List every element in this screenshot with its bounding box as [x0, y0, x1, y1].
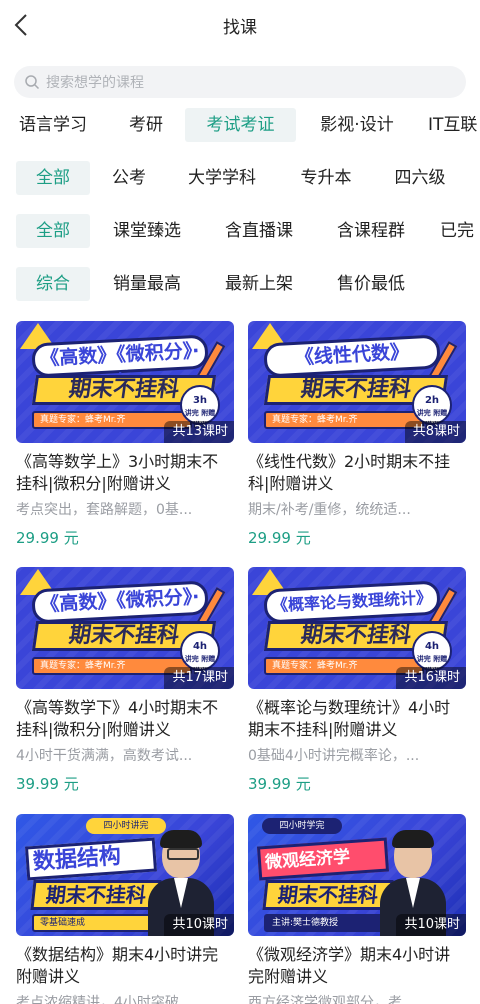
hours-badge: 2h 讲完 附赠讲义: [412, 385, 452, 429]
course-card[interactable]: 《线性代数》 期末不挂科 真题专家：蜂考Mr.齐 2h 讲完 附赠讲义 共8课时 …: [248, 321, 466, 548]
category-tab-it[interactable]: IT互联: [428, 108, 480, 142]
course-type-filters: 全部 课堂臻选 含直播课 含课程群 已完: [0, 214, 480, 248]
course-price: 39.99 元: [248, 775, 311, 793]
course-thumbnail[interactable]: 《概率论与数理统计》 期末不挂科 真题专家：蜂考Mr.齐 4h 讲完 附赠讲义 共…: [248, 567, 466, 689]
category-tabs: 语言学习 考研 考试考证 影视·设计 IT互联: [0, 108, 480, 142]
thumb-main-title: 期末不挂科: [262, 880, 394, 910]
hours-badge: 3h 讲完 附赠讲义: [180, 385, 220, 429]
subcategory-all[interactable]: 全部: [16, 161, 90, 195]
course-desc: 考点浓缩精讲，4小时突破...: [16, 995, 193, 1004]
course-thumbnail[interactable]: 《高数》《微积分》·上 期末不挂科 真题专家：蜂考Mr.齐 3h 讲完 附赠讲义 …: [16, 321, 234, 443]
thumb-main-title: 期末不挂科: [30, 880, 162, 910]
course-thumbnail[interactable]: 四小时讲完 数据结构 期末不挂科 零基础速成 共10课时: [16, 814, 234, 936]
course-price: 29.99 元: [248, 529, 311, 547]
course-title[interactable]: 《高等数学下》4小时期末不挂科|微积分|附赠讲义: [16, 697, 234, 741]
page-title: 找课: [223, 18, 257, 38]
course-type-finished[interactable]: 已完: [440, 214, 480, 248]
course-card[interactable]: 四小时讲完 数据结构 期末不挂科 零基础速成 共10课时 《数据结构》期末4小时…: [16, 814, 234, 1004]
subcategory-civil-service[interactable]: 公考: [103, 161, 155, 195]
search-placeholder: 搜索想学的课程: [46, 75, 144, 91]
course-desc: 0基础4小时讲完概率论，...: [248, 748, 420, 764]
subcategory-university[interactable]: 大学学科: [177, 161, 267, 195]
lesson-count: 共17课时: [164, 667, 234, 689]
course-card[interactable]: 四小时学完 微观经济学 期末不挂科 主讲:樊士德教授 共10课时 《微观经济学》…: [248, 814, 466, 1004]
lesson-count: 共13课时: [164, 421, 234, 443]
lesson-count: 共10课时: [164, 914, 234, 936]
course-thumbnail[interactable]: 四小时学完 微观经济学 期末不挂科 主讲:樊士德教授 共10课时: [248, 814, 466, 936]
course-title[interactable]: 《数据结构》期末4小时讲完附赠讲义: [16, 944, 234, 988]
course-card[interactable]: 《高数》《微积分》·下 期末不挂科 真题专家：蜂考Mr.齐 4h 讲完 附赠讲义 …: [16, 567, 234, 794]
subcategory-cet[interactable]: 四六级: [383, 161, 457, 195]
course-card[interactable]: 《概率论与数理统计》 期末不挂科 真题专家：蜂考Mr.齐 4h 讲完 附赠讲义 共…: [248, 567, 466, 794]
hours-badge: 4h 讲完 附赠讲义: [412, 631, 452, 675]
category-tab-language[interactable]: 语言学习: [12, 108, 94, 142]
course-thumbnail[interactable]: 《线性代数》 期末不挂科 真题专家：蜂考Mr.齐 2h 讲完 附赠讲义 共8课时: [248, 321, 466, 443]
subcategory-upgrade[interactable]: 专升本: [289, 161, 363, 195]
course-card[interactable]: 《高数》《微积分》·上 期末不挂科 真题专家：蜂考Mr.齐 3h 讲完 附赠讲义 …: [16, 321, 234, 548]
course-desc: 期末/补考/重修，统统适...: [248, 502, 411, 518]
course-title[interactable]: 《微观经济学》期末4小时讲完附赠讲义: [248, 944, 466, 988]
category-tab-exam-cert[interactable]: 考试考证: [185, 108, 296, 142]
sort-comprehensive[interactable]: 综合: [16, 267, 90, 301]
thumb-tag: 四小时学完: [262, 818, 342, 834]
subcategory-filters: 全部 公考 大学学科 专升本 四六级: [0, 161, 480, 195]
course-type-live[interactable]: 含直播课: [214, 214, 304, 248]
course-desc: 西方经济学微观部分，考...: [248, 995, 416, 1004]
sort-top-sales[interactable]: 销量最高: [102, 267, 192, 301]
thumb-author: 零基础速成: [32, 914, 152, 932]
sort-lowest-price[interactable]: 售价最低: [326, 267, 416, 301]
category-tab-postgrad[interactable]: 考研: [116, 108, 176, 142]
sort-newest[interactable]: 最新上架: [214, 267, 304, 301]
category-tab-film-design[interactable]: 影视·设计: [308, 108, 406, 142]
course-title[interactable]: 《概率论与数理统计》4小时期末不挂科|附赠讲义: [248, 697, 466, 741]
course-type-all[interactable]: 全部: [16, 214, 90, 248]
course-type-group[interactable]: 含课程群: [326, 214, 416, 248]
sort-options: 综合 销量最高 最新上架 售价最低: [0, 267, 480, 301]
lesson-count: 共10课时: [396, 914, 466, 936]
course-title[interactable]: 《线性代数》2小时期末不挂科|附赠讲义: [248, 451, 466, 495]
course-thumbnail[interactable]: 《高数》《微积分》·下 期末不挂科 真题专家：蜂考Mr.齐 4h 讲完 附赠讲义 …: [16, 567, 234, 689]
course-desc: 考点突出，套路解题，0基...: [16, 502, 193, 518]
course-price: 39.99 元: [16, 775, 79, 793]
course-desc: 4小时干货满满，高数考试...: [16, 748, 193, 764]
course-price: 29.99 元: [16, 529, 79, 547]
hours-badge: 4h 讲完 附赠讲义: [180, 631, 220, 675]
thumb-author: 真题专家：蜂考Mr.齐: [264, 411, 424, 429]
header: 找课: [0, 0, 480, 52]
lesson-count: 共8课时: [404, 421, 466, 443]
lesson-count: 共16课时: [396, 667, 466, 689]
course-type-selected[interactable]: 课堂臻选: [102, 214, 192, 248]
thumb-author: 主讲:樊士德教授: [264, 914, 384, 932]
course-title[interactable]: 《高等数学上》3小时期末不挂科|微积分|附赠讲义: [16, 451, 234, 495]
search-bar[interactable]: 搜索想学的课程: [14, 66, 466, 98]
search-icon: [25, 75, 40, 90]
